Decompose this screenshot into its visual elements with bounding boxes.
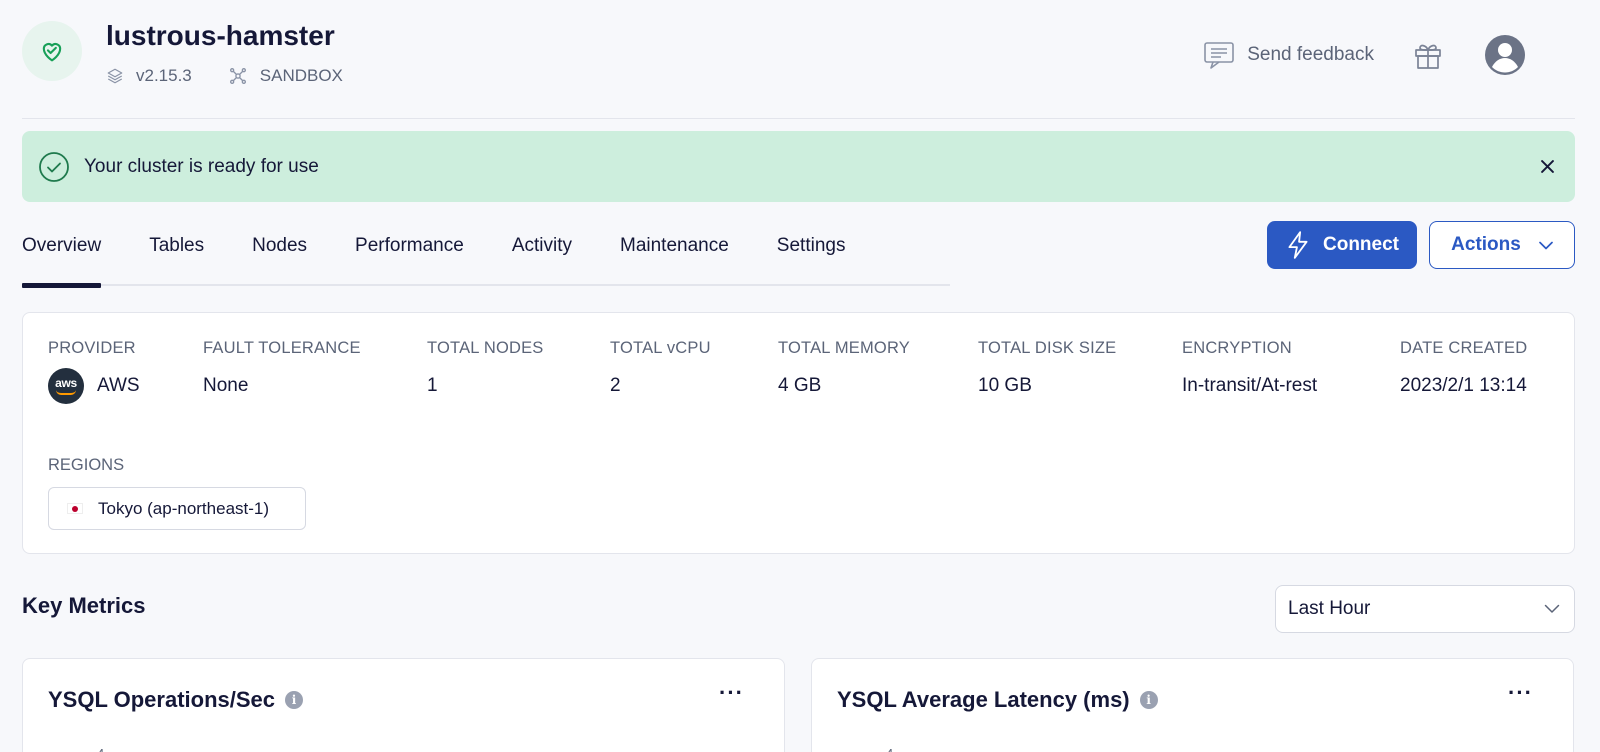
header-divider <box>22 118 1575 119</box>
japan-flag-icon <box>67 503 83 514</box>
cluster-tabs: Overview Tables Nodes Performance Activi… <box>22 220 950 288</box>
user-icon <box>1485 35 1525 75</box>
total-nodes-value: 1 <box>427 375 438 396</box>
version-info: v2.15.3 <box>106 66 192 86</box>
user-avatar[interactable] <box>1484 34 1526 76</box>
provider-field: PROVIDER aws AWS <box>48 339 140 404</box>
aws-logo-text: aws <box>55 375 77 390</box>
total-disk-label: TOTAL DISK SIZE <box>978 339 1117 357</box>
actions-label: Actions <box>1451 234 1521 255</box>
cluster-health-icon <box>22 21 82 81</box>
y-axis-tick: 4 <box>97 746 104 752</box>
date-created-label: DATE CREATED <box>1400 339 1528 357</box>
lightning-icon <box>1288 231 1308 259</box>
total-memory-label: TOTAL MEMORY <box>778 339 910 357</box>
tab-tables[interactable]: Tables <box>149 220 204 286</box>
connect-label: Connect <box>1323 234 1399 255</box>
region-name: Tokyo (ap-northeast-1) <box>98 498 270 518</box>
ysql-ops-title-text: YSQL Operations/Sec <box>48 687 276 712</box>
send-feedback-label: Send feedback <box>1247 44 1374 65</box>
fault-tolerance-label: FAULT TOLERANCE <box>203 339 361 357</box>
fault-tolerance-value: None <box>203 375 249 396</box>
chevron-down-icon <box>1544 604 1560 613</box>
layers-icon <box>107 68 123 84</box>
ysql-ops-card: YSQL Operations/Sec i ··· 4 <box>22 658 785 752</box>
tab-nodes[interactable]: Nodes <box>252 220 307 286</box>
gift-icon <box>1415 44 1441 69</box>
total-vcpu-label: TOTAL vCPU <box>610 339 711 357</box>
fault-tolerance-field: FAULT TOLERANCE None <box>203 339 361 397</box>
chevron-down-icon <box>1538 241 1553 249</box>
provider-value: AWS <box>97 375 140 396</box>
chat-icon <box>1204 42 1235 69</box>
provider-value-row: aws AWS <box>48 368 140 404</box>
tab-performance[interactable]: Performance <box>355 220 464 286</box>
ysql-latency-card: YSQL Average Latency (ms) i ··· 4 <box>811 658 1574 752</box>
check-circle-icon <box>39 151 69 182</box>
banner-message: Your cluster is ready for use <box>84 155 319 177</box>
date-created-value: 2023/2/1 13:14 <box>1400 375 1527 396</box>
total-memory-field: TOTAL MEMORY 4 GB <box>778 339 910 397</box>
cluster-info-card: PROVIDER aws AWS FAULT TOLERANCE None TO… <box>22 312 1575 554</box>
ysql-latency-title: YSQL Average Latency (ms) i <box>837 687 1158 713</box>
aws-logo-icon: aws <box>48 368 84 404</box>
cluster-nodes-icon <box>229 68 246 85</box>
ysql-ops-title: YSQL Operations/Sec i <box>48 687 304 713</box>
total-vcpu-value: 2 <box>610 375 621 396</box>
actions-dropdown[interactable]: Actions <box>1429 221 1575 269</box>
ysql-latency-title-text: YSQL Average Latency (ms) <box>837 687 1130 712</box>
info-icon[interactable]: i <box>1139 691 1158 709</box>
tab-activity[interactable]: Activity <box>512 220 572 286</box>
key-metrics-title: Key Metrics <box>22 593 146 618</box>
encryption-field: ENCRYPTION In-transit/At-rest <box>1182 339 1317 397</box>
info-icon[interactable]: i <box>285 691 304 709</box>
connect-button[interactable]: Connect <box>1267 221 1417 269</box>
tier-info: SANDBOX <box>228 66 343 86</box>
total-nodes-label: TOTAL NODES <box>427 339 544 357</box>
tier-label: SANDBOX <box>259 66 343 85</box>
cluster-name: lustrous-hamster <box>106 20 335 51</box>
aws-logo-smile <box>56 390 76 395</box>
encryption-label: ENCRYPTION <box>1182 339 1292 357</box>
tab-maintenance[interactable]: Maintenance <box>620 220 729 286</box>
date-created-field: DATE CREATED 2023/2/1 13:14 <box>1400 339 1527 397</box>
ysql-latency-more-button[interactable]: ··· <box>1508 682 1533 704</box>
tab-overview[interactable]: Overview <box>22 220 102 288</box>
tab-settings[interactable]: Settings <box>777 220 846 286</box>
version-label: v2.15.3 <box>136 66 192 85</box>
time-range-select[interactable]: Last Hour <box>1275 585 1575 633</box>
cluster-meta: v2.15.3 SANDBOX <box>106 66 379 86</box>
total-nodes-field: TOTAL NODES 1 <box>427 339 544 397</box>
banner-close-button[interactable] <box>1535 155 1559 179</box>
y-axis-tick: 4 <box>886 746 893 752</box>
total-vcpu-field: TOTAL vCPU 2 <box>610 339 711 397</box>
time-range-value: Last Hour <box>1288 598 1371 619</box>
header-actions: Send feedback <box>1203 34 1526 76</box>
ysql-ops-more-button[interactable]: ··· <box>719 682 744 704</box>
total-disk-value: 10 GB <box>978 375 1032 396</box>
total-memory-value: 4 GB <box>778 375 822 396</box>
close-icon <box>1540 160 1554 173</box>
gift-button[interactable] <box>1412 39 1444 71</box>
cluster-ready-banner: Your cluster is ready for use <box>22 131 1575 202</box>
provider-label: PROVIDER <box>48 339 136 357</box>
region-chip: Tokyo (ap-northeast-1) <box>48 487 306 530</box>
send-feedback-button[interactable]: Send feedback <box>1203 40 1374 70</box>
total-disk-field: TOTAL DISK SIZE 10 GB <box>978 339 1116 397</box>
regions-label: REGIONS <box>48 456 125 474</box>
encryption-value: In-transit/At-rest <box>1182 375 1318 396</box>
